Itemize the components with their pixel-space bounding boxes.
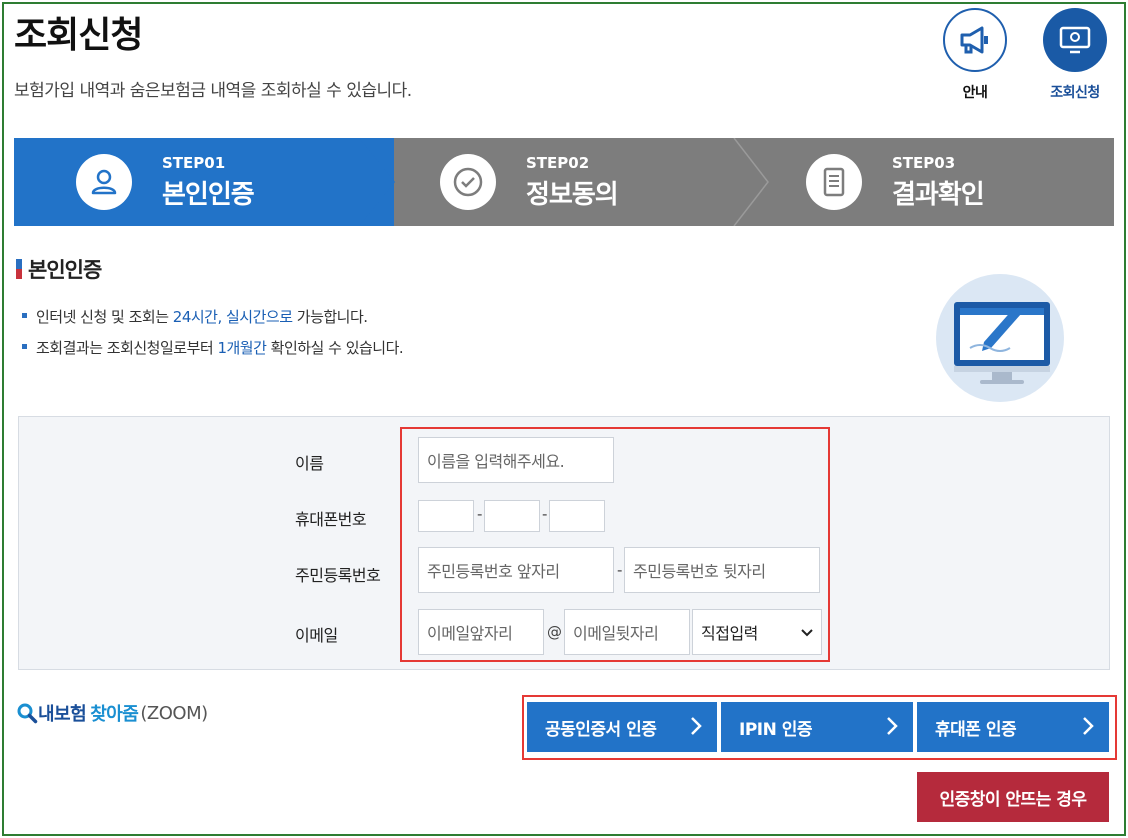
rrn-front-input[interactable]: 주민등록번호 앞자리 [418,547,614,593]
chevron-down-icon [801,629,813,637]
phone-part2-input[interactable] [484,500,540,532]
monitor-search-icon [1043,8,1107,72]
rrn-separator: - [617,561,623,579]
phone-separator-1: - [477,505,483,523]
email-front-input[interactable]: 이메일앞자리 [418,609,544,655]
step-progress: STEP01 본인인증 STEP02 정보동의 STEP03 결과확인 [14,138,1114,226]
chevron-right-icon [1083,717,1094,735]
email-at-sign: @ [547,623,562,641]
person-icon [76,154,132,210]
page-title: 조회신청 [14,15,143,56]
notice-item: 인터넷 신청 및 조회는 24시간, 실시간으로 가능합니다. [20,306,403,337]
magnifier-icon [17,703,38,724]
page-subtitle: 보험가입 내역과 숨은보험금 내역을 조회하실 수 있습니다. [14,81,412,101]
section-title-bar [16,259,22,279]
zoom-logo: 내보험 찾아줌 (ZOOM) [16,700,208,726]
step-2: STEP02 정보동의 [440,138,619,226]
apply-label: 조회신청 [1050,85,1100,101]
chevron-right-icon [887,717,898,735]
document-icon [806,154,862,210]
name-input[interactable]: 이름을 입력해주세요. [418,437,614,483]
email-label: 이메일 [295,626,338,645]
guide-label: 안내 [962,85,988,101]
auth-window-help-button[interactable]: 인증창이 안뜨는 경우 [917,772,1109,822]
name-label: 이름 [295,454,324,473]
email-domain-select[interactable]: 직접입력 [692,609,822,655]
step-1: STEP01 본인인증 [76,138,255,226]
step-3-name: 결과확인 [892,179,985,210]
phone-part3-input[interactable] [549,500,605,532]
phone-separator-2: - [542,505,548,523]
megaphone-icon [943,8,1007,72]
notice-item: 조회결과는 조회신청일로부터 1개월간 확인하실 수 있습니다. [20,337,404,368]
notice-list: 인터넷 신청 및 조회는 24시간, 실시간으로 가능합니다. 조회결과는 조회… [20,306,404,368]
step-1-number: STEP01 [162,153,226,172]
guide-link[interactable]: 안내 [940,8,1010,102]
rrn-label: 주민등록번호 [295,566,381,585]
ipin-auth-button[interactable]: IPIN 인증 [721,702,913,752]
step-3-number: STEP03 [892,153,956,172]
apply-link[interactable]: 조회신청 [1040,8,1110,102]
step-2-number: STEP02 [526,153,590,172]
email-back-input[interactable]: 이메일뒷자리 [564,609,690,655]
monitor-pen-illustration [936,274,1064,402]
rrn-back-input[interactable]: 주민등록번호 뒷자리 [624,547,820,593]
phone-part1-input[interactable] [418,500,474,532]
phone-auth-button[interactable]: 휴대폰 인증 [917,702,1109,752]
check-circle-icon [440,154,496,210]
cert-auth-button[interactable]: 공동인증서 인증 [527,702,717,752]
step-2-name: 정보동의 [526,179,619,210]
step-3: STEP03 결과확인 [806,138,985,226]
chevron-right-icon [691,717,702,735]
phone-label: 휴대폰번호 [295,510,367,529]
section-title: 본인인증 [16,254,102,284]
step-1-name: 본인인증 [162,179,255,210]
